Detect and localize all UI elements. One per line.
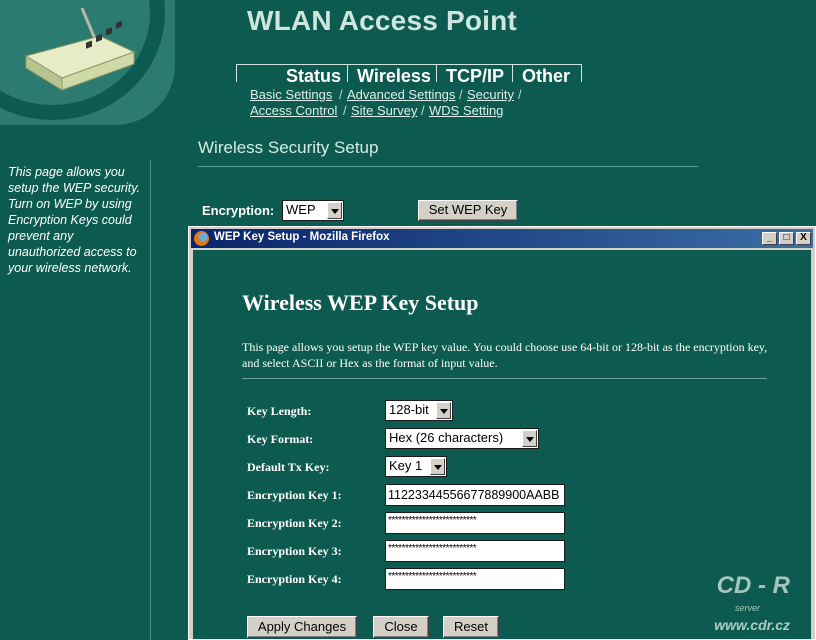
- page-title: Wireless Security Setup: [198, 138, 379, 157]
- popup-description: This page allows you setup the WEP key v…: [242, 340, 768, 370]
- window-title: WEP Key Setup - Mozilla Firefox: [214, 231, 390, 243]
- encryption-key-4-field[interactable]: **************************: [385, 568, 565, 590]
- key-format-select[interactable]: Hex (26 characters): [385, 428, 539, 449]
- encryption-key-1-value: 11223344556677889900AABB: [388, 488, 560, 502]
- reset-button[interactable]: Reset: [443, 616, 499, 638]
- encryption-key-4-value: **************************: [388, 571, 477, 582]
- sidebar-description: This page allows you setup the WEP secur…: [8, 165, 140, 275]
- default-tx-key-value: Key 1: [389, 458, 423, 473]
- chevron-down-icon: [522, 430, 537, 447]
- heading-divider: [198, 166, 698, 167]
- close-button[interactable]: Close: [373, 616, 429, 638]
- encryption-key-1-label: Encryption Key 1:: [247, 488, 342, 502]
- encryption-key-3-field[interactable]: **************************: [385, 540, 565, 562]
- tab-tcpip[interactable]: TCP/IP: [446, 66, 504, 87]
- encryption-key-2-field[interactable]: **************************: [385, 512, 565, 534]
- key-format-label: Key Format:: [247, 432, 314, 446]
- encryption-select-value: WEP: [286, 202, 316, 217]
- key-length-value: 128-bit: [389, 402, 429, 417]
- encryption-select[interactable]: WEP: [282, 200, 344, 221]
- subnav-advanced-settings[interactable]: Advanced Settings: [347, 87, 455, 102]
- subnav-basic-settings[interactable]: Basic Settings: [250, 87, 332, 102]
- header-gear-decoration: [0, 0, 175, 125]
- encryption-key-2-label: Encryption Key 2:: [247, 516, 342, 530]
- watermark-sub: server: [734, 603, 760, 613]
- tab-other[interactable]: Other: [522, 66, 570, 87]
- popup-heading: Wireless WEP Key Setup: [242, 290, 479, 315]
- tab-wireless[interactable]: Wireless: [357, 66, 431, 87]
- default-tx-key-select[interactable]: Key 1: [385, 456, 447, 477]
- subnav-site-survey[interactable]: Site Survey: [351, 103, 417, 118]
- key-format-value: Hex (26 characters): [389, 430, 504, 445]
- encryption-key-2-value: **************************: [388, 515, 477, 526]
- close-window-button[interactable]: X: [796, 232, 811, 245]
- chevron-down-icon: [430, 458, 445, 475]
- key-length-select[interactable]: 128-bit: [385, 400, 453, 421]
- encryption-key-3-value: **************************: [388, 543, 477, 554]
- window-titlebar[interactable]: WEP Key Setup - Mozilla Firefox _ □ X: [191, 229, 813, 248]
- minimize-button[interactable]: _: [762, 232, 777, 245]
- tab-status[interactable]: Status: [286, 66, 341, 87]
- nav-divider: [236, 64, 582, 65]
- app-title: WLAN Access Point: [247, 5, 517, 36]
- chevron-down-icon: [327, 202, 342, 219]
- encryption-key-1-field[interactable]: 11223344556677889900AABB: [385, 484, 565, 506]
- maximize-button[interactable]: □: [779, 232, 794, 245]
- set-wep-key-button[interactable]: Set WEP Key: [418, 200, 518, 221]
- default-tx-key-label: Default Tx Key:: [247, 460, 330, 474]
- watermark-url: www.cdr.cz: [714, 617, 790, 633]
- encryption-key-4-label: Encryption Key 4:: [247, 572, 342, 586]
- sidebar-divider: [150, 160, 151, 640]
- apply-changes-button[interactable]: Apply Changes: [247, 616, 357, 638]
- popup-divider: [242, 378, 767, 379]
- chevron-down-icon: [436, 402, 451, 419]
- firefox-icon: [194, 231, 209, 246]
- subnav-security[interactable]: Security: [467, 87, 514, 102]
- encryption-key-3-label: Encryption Key 3:: [247, 544, 342, 558]
- subnav-access-control[interactable]: Access Control: [250, 103, 337, 118]
- watermark-logo: CD - R: [716, 572, 790, 599]
- router-icon: [24, 8, 136, 91]
- encryption-label: Encryption:: [202, 203, 275, 218]
- key-length-label: Key Length:: [247, 404, 312, 418]
- subnav-wds-setting[interactable]: WDS Setting: [429, 103, 503, 118]
